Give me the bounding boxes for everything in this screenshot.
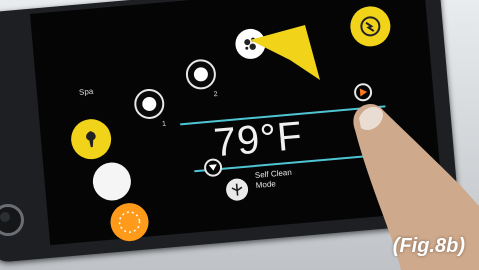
pump-2-number: 2 (213, 90, 218, 99)
temperature-display: 79°F (212, 113, 305, 166)
color-wheel-button[interactable] (108, 201, 151, 243)
light-button[interactable] (91, 160, 133, 203)
sun-button[interactable] (348, 4, 393, 49)
down-arrow-icon (208, 164, 217, 171)
spa-mode-label: Spa (78, 86, 94, 98)
color-wheel-icon (118, 211, 141, 233)
sun-icon (360, 16, 381, 37)
pump-2-button[interactable] (184, 58, 218, 91)
pump-1-number: 1 (161, 120, 167, 128)
self-clean-icon (231, 183, 243, 196)
self-clean-label: Self Clean Mode (255, 168, 294, 191)
tree-icon (86, 131, 96, 148)
pump-1-button[interactable] (133, 87, 166, 121)
temp-down-button[interactable] (203, 157, 223, 178)
self-clean-button[interactable] (225, 177, 250, 202)
self-clean-line2: Mode (255, 179, 277, 190)
pump-2-indicator (193, 66, 209, 82)
pump-1-indicator (141, 96, 157, 112)
yellow-pointer-arrow (250, 25, 320, 80)
tree-button[interactable] (69, 117, 113, 161)
figure-label: (Fig.8b) (392, 235, 465, 257)
